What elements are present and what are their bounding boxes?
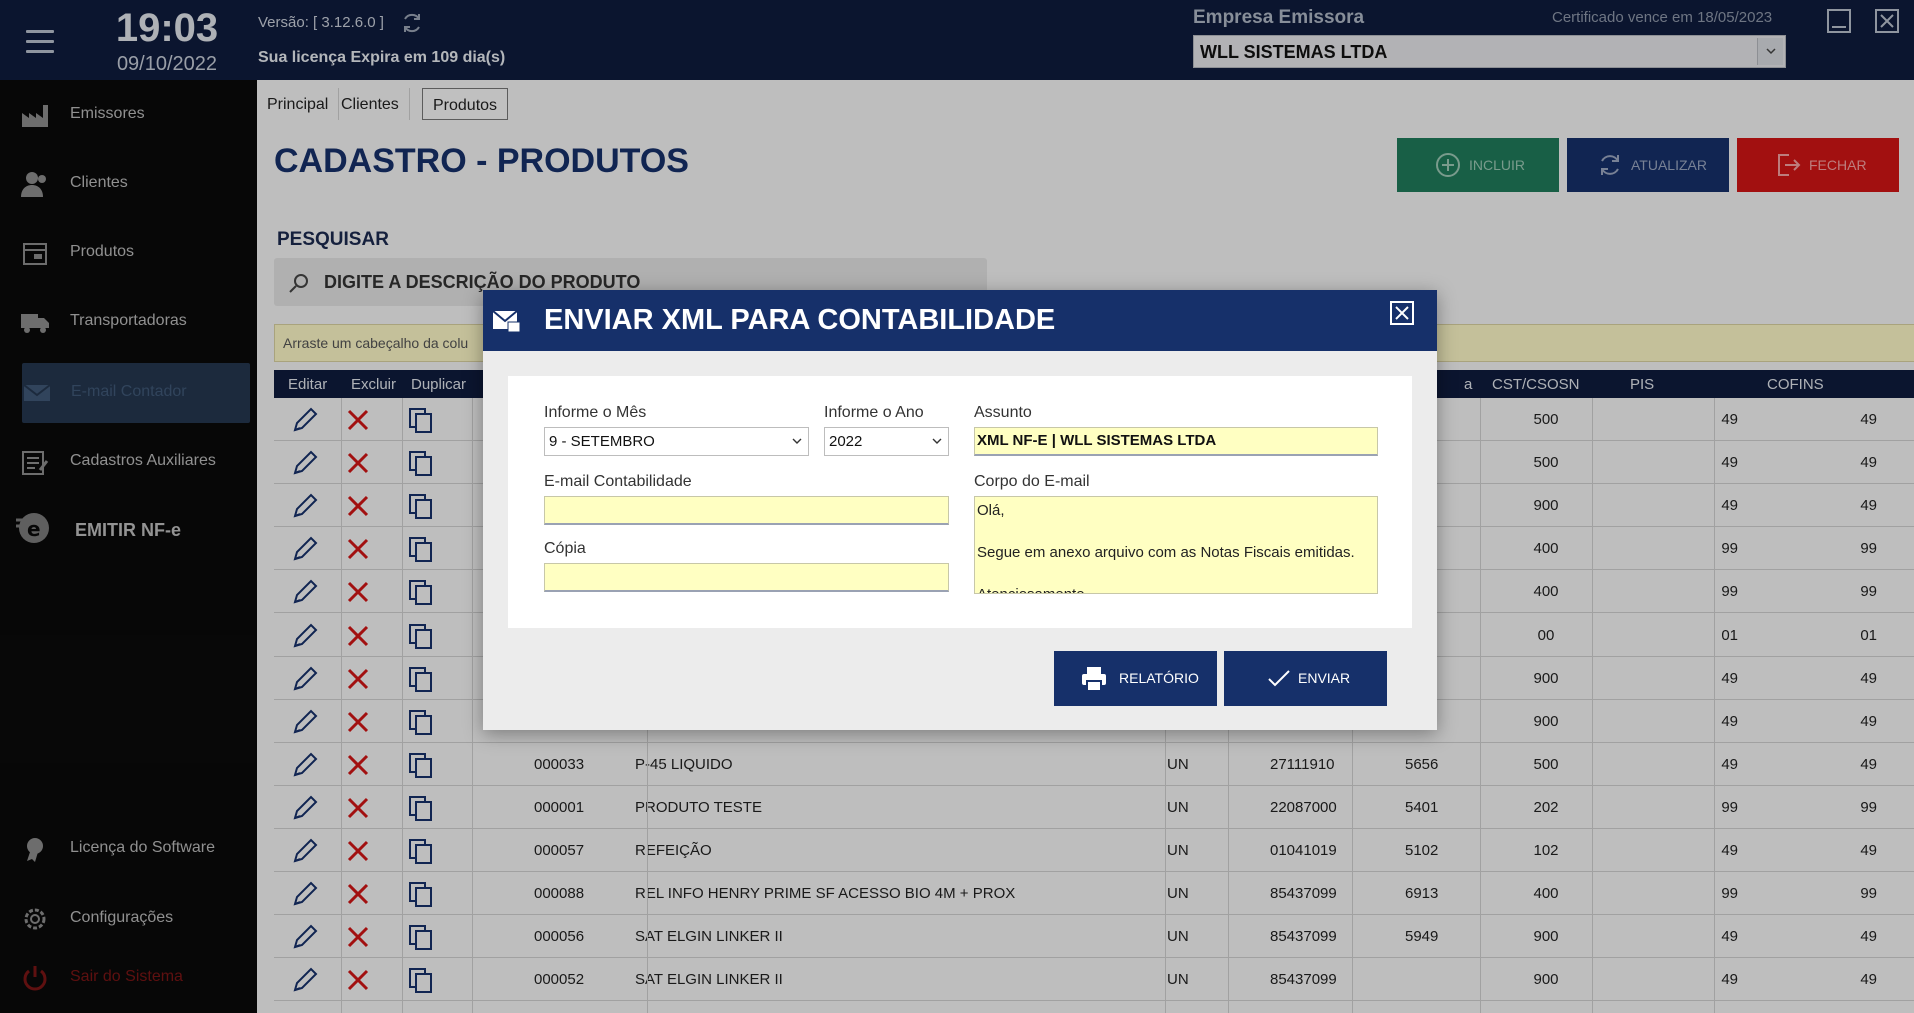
mail-xml-icon	[492, 310, 521, 333]
dialog-header: ENVIAR XML PARA CONTABILIDADE	[483, 290, 1437, 351]
chevron-down-icon	[792, 438, 802, 444]
year-select-value: 2022	[829, 433, 863, 450]
check-icon	[1268, 670, 1290, 687]
send-xml-dialog: ENVIAR XML PARA CONTABILIDADE Informe o …	[483, 290, 1437, 730]
copy-label: Cópia	[544, 540, 586, 557]
report-button[interactable]: RELATÓRIO	[1054, 651, 1217, 706]
subject-value: XML NF-E | WLL SISTEMAS LTDA	[977, 432, 1217, 449]
month-select-value: 9 - SETEMBRO	[549, 433, 655, 450]
subject-label: Assunto	[974, 404, 1032, 421]
email-field[interactable]	[544, 496, 949, 525]
report-label: RELATÓRIO	[1119, 670, 1199, 686]
month-select[interactable]: 9 - SETEMBRO	[544, 427, 809, 456]
email-label: E-mail Contabilidade	[544, 473, 692, 490]
month-label: Informe o Mês	[544, 404, 647, 421]
close-icon[interactable]	[1389, 300, 1415, 326]
dialog-form: Informe o Mês 9 - SETEMBRO Informe o Ano…	[508, 376, 1412, 628]
body-textarea[interactable]: Olá, Segue em anexo arquivo com as Notas…	[974, 496, 1378, 594]
copy-field[interactable]	[544, 563, 949, 592]
year-label: Informe o Ano	[824, 404, 924, 421]
send-button[interactable]: ENVIAR	[1224, 651, 1387, 706]
body-line: Olá,	[977, 502, 1005, 519]
send-label: ENVIAR	[1298, 670, 1351, 686]
printer-icon	[1082, 667, 1106, 692]
body-label: Corpo do E-mail	[974, 473, 1090, 490]
year-select[interactable]: 2022	[824, 427, 949, 456]
subject-input[interactable]: XML NF-E | WLL SISTEMAS LTDA	[974, 427, 1378, 456]
body-line: Atenciosamente	[977, 586, 1085, 593]
body-line: Segue em anexo arquivo com as Notas Fisc…	[977, 544, 1355, 561]
dialog-title: ENVIAR XML PARA CONTABILIDADE	[544, 304, 1056, 336]
chevron-down-icon	[932, 438, 942, 444]
